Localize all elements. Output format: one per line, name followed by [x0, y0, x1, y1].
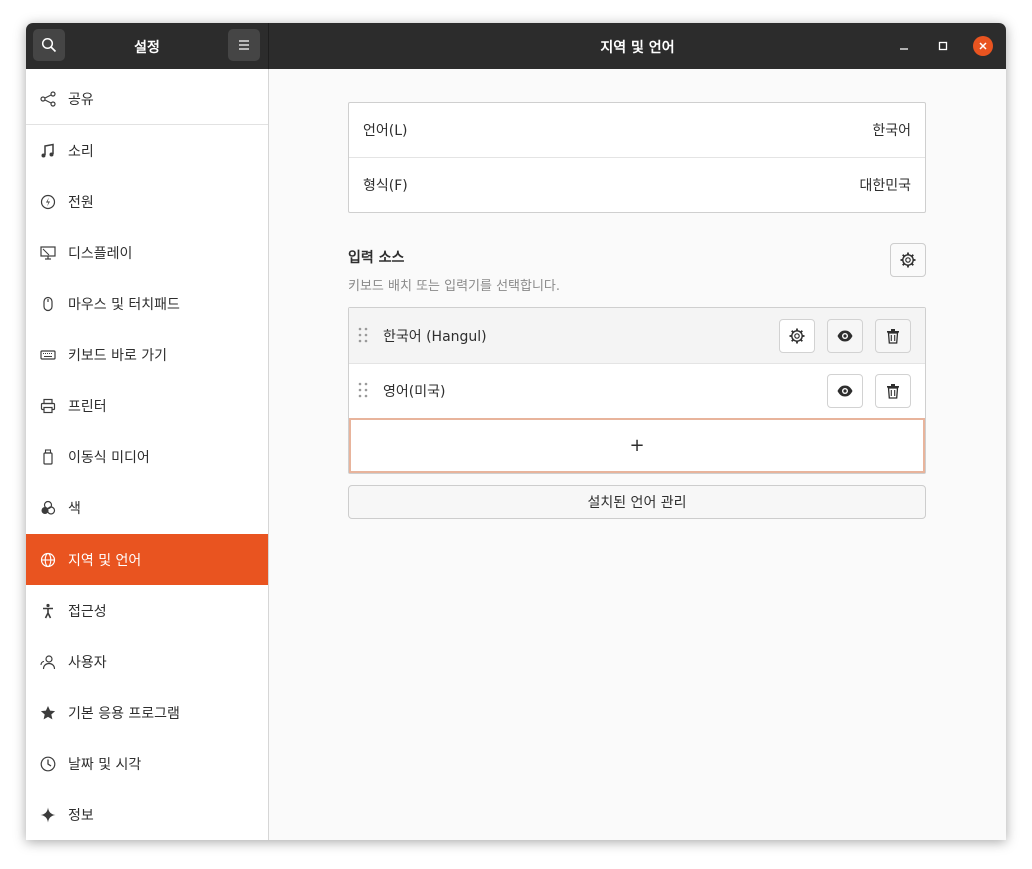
drag-handle-icon[interactable] [358, 382, 368, 398]
sidebar-item-label: 색 [68, 500, 81, 517]
sidebar-item-label: 소리 [68, 143, 94, 160]
input-source-settings-button[interactable] [779, 319, 815, 353]
gear-icon [900, 252, 916, 268]
close-icon [979, 42, 987, 50]
input-source-row[interactable]: 한국어 (Hangul) [349, 308, 925, 363]
sidebar-item-removable-media[interactable]: 이동식 미디어 [26, 431, 268, 482]
add-input-source-button[interactable]: + [349, 418, 925, 473]
keyboard-icon [39, 346, 57, 364]
sidebar-item-sound[interactable]: 소리 [26, 125, 268, 176]
sidebar-header: 설정 [26, 23, 269, 69]
formats-value: 대한민국 [859, 178, 911, 194]
add-icon: + [629, 435, 645, 456]
main-content: 언어(L) 한국어 형식(F) 대한민국 입력 소스 키보드 배치 또는 입력기… [269, 69, 1006, 840]
region-card: 언어(L) 한국어 형식(F) 대한민국 [348, 102, 926, 213]
sidebar-item-about[interactable]: 정보 [26, 789, 268, 840]
input-source-remove-button[interactable] [875, 319, 911, 353]
sidebar-item-label: 접근성 [68, 603, 107, 620]
hamburger-menu-icon [239, 40, 249, 50]
display-icon [39, 244, 57, 262]
sidebar-item-sharing[interactable]: 공유 [26, 73, 268, 124]
color-icon [39, 499, 57, 517]
input-source-row[interactable]: 영어(미국) [349, 363, 925, 418]
title-bar: 설정 지역 및 언어 [26, 23, 1006, 69]
mouse-icon [39, 295, 57, 313]
removable-media-icon [39, 448, 57, 466]
gear-icon [789, 328, 805, 344]
sidebar-item-display[interactable]: 디스플레이 [26, 227, 268, 278]
input-sources-subtitle: 키보드 배치 또는 입력기를 선택합니다. [348, 279, 561, 294]
sidebar-item-printers[interactable]: 프린터 [26, 380, 268, 431]
drag-handle-icon[interactable] [358, 327, 368, 343]
sidebar-item-label: 마우스 및 터치패드 [68, 296, 180, 313]
input-source-remove-button[interactable] [875, 374, 911, 408]
power-icon [39, 193, 57, 211]
sidebar-item-label: 전원 [68, 194, 94, 211]
sidebar-item-region-language[interactable]: 지역 및 언어 [26, 534, 268, 585]
formats-label: 형식(F) [363, 178, 408, 194]
share-icon [39, 90, 57, 108]
sidebar-item-default-apps[interactable]: 기본 응용 프로그램 [26, 687, 268, 738]
maximize-button[interactable] [934, 37, 952, 55]
sidebar-item-keyboard[interactable]: 키보드 바로 가기 [26, 329, 268, 380]
accessibility-icon [39, 602, 57, 620]
minimize-button[interactable] [895, 37, 913, 55]
formats-row[interactable]: 형식(F) 대한민국 [349, 158, 925, 212]
sidebar-item-label: 정보 [68, 807, 94, 824]
sidebar-item-color[interactable]: 색 [26, 482, 268, 533]
close-button[interactable] [973, 36, 993, 56]
trash-icon [887, 329, 899, 344]
globe-icon [39, 551, 57, 569]
menu-button[interactable] [228, 29, 260, 61]
users-icon [39, 653, 57, 671]
input-source-label: 영어(미국) [383, 383, 446, 400]
sparkle-icon [39, 806, 57, 824]
sidebar-item-label: 프린터 [68, 398, 107, 415]
manage-installed-languages-button[interactable]: 설치된 언어 관리 [348, 485, 926, 519]
sidebar-item-label: 디스플레이 [68, 245, 133, 262]
sidebar-item-label: 날짜 및 시각 [68, 756, 142, 773]
music-note-icon [39, 142, 57, 160]
trash-icon [887, 384, 899, 399]
input-source-preview-button[interactable] [827, 319, 863, 353]
sidebar-item-power[interactable]: 전원 [26, 176, 268, 227]
eye-icon [837, 330, 853, 342]
sidebar-item-accessibility[interactable]: 접근성 [26, 585, 268, 636]
sidebar-item-label: 공유 [68, 91, 94, 108]
minimize-icon [900, 48, 908, 50]
language-label: 언어(L) [363, 123, 408, 139]
settings-window: 설정 지역 및 언어 공유 소리 전원 디스플레이 마우스 및 터치패드 키보드… [26, 23, 1006, 840]
sidebar-item-label: 키보드 바로 가기 [68, 347, 168, 364]
sidebar-item-date-time[interactable]: 날짜 및 시각 [26, 738, 268, 789]
maximize-icon [938, 41, 948, 51]
sidebar-item-label: 지역 및 언어 [68, 552, 142, 569]
clock-icon [39, 755, 57, 773]
language-row[interactable]: 언어(L) 한국어 [349, 103, 925, 157]
eye-icon [837, 385, 853, 397]
star-icon [39, 704, 57, 722]
sidebar-item-label: 기본 응용 프로그램 [68, 705, 180, 722]
sidebar-item-users[interactable]: 사용자 [26, 636, 268, 687]
sidebar-item-label: 사용자 [68, 654, 107, 671]
language-value: 한국어 [872, 123, 911, 139]
input-sources-options-button[interactable] [890, 243, 926, 277]
sidebar-item-label: 이동식 미디어 [68, 449, 150, 466]
input-source-preview-button[interactable] [827, 374, 863, 408]
sidebar: 공유 소리 전원 디스플레이 마우스 및 터치패드 키보드 바로 가기 프린터 … [26, 69, 269, 840]
sidebar-item-mouse[interactable]: 마우스 및 터치패드 [26, 278, 268, 329]
input-source-label: 한국어 (Hangul) [383, 328, 487, 345]
input-sources-list: 한국어 (Hangul) 영어(미국) + [348, 307, 926, 474]
printer-icon [39, 397, 57, 415]
input-sources-title: 입력 소스 [348, 250, 405, 266]
